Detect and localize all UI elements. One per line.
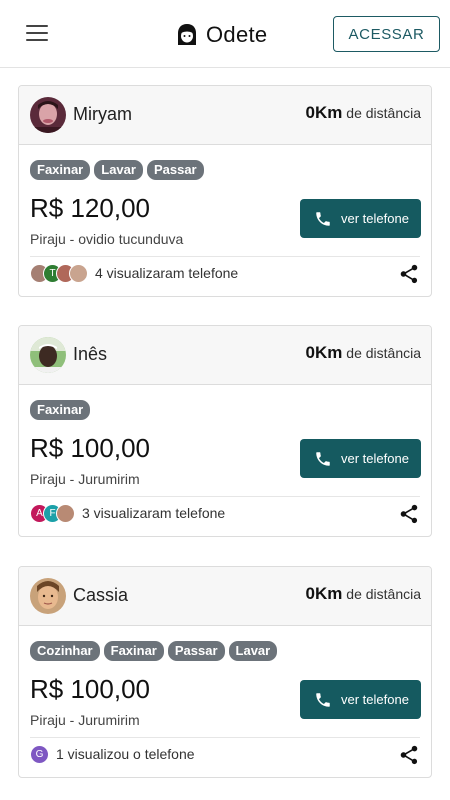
view-phone-button[interactable]: ver telefone: [300, 439, 421, 478]
service-tag: Lavar: [228, 641, 278, 661]
service-tag: Faxinar: [30, 160, 91, 180]
distance: 0Km de distância: [306, 103, 421, 123]
service-tag: Faxinar: [30, 400, 91, 420]
view-phone-button[interactable]: ver telefone: [300, 199, 421, 238]
phone-icon: [316, 692, 330, 707]
distance: 0Km de distância: [306, 343, 421, 363]
location: Piraju - Jurumirim: [30, 712, 140, 728]
viewers-count-text: 3 visualizaram telefone: [82, 505, 226, 521]
avatar[interactable]: [30, 337, 66, 373]
service-tags: Faxinar Lavar Passar: [30, 160, 208, 180]
view-phone-button[interactable]: ver telefone: [300, 680, 421, 719]
login-button[interactable]: ACESSAR: [333, 16, 440, 52]
share-icon[interactable]: [398, 503, 420, 525]
listing-card: Miryam 0Km de distância Faxinar Lavar Pa…: [18, 85, 432, 297]
viewer-avatar: G: [30, 744, 49, 764]
viewers-count-text: 4 visualizaram telefone: [95, 265, 239, 281]
price: R$ 100,00: [30, 674, 150, 704]
view-phone-label: ver telefone: [341, 451, 409, 466]
listing-card-body: Cozinhar Faxinar Passar Lavar R$ 100,00 …: [19, 626, 431, 777]
distance-value: 0Km: [305, 343, 343, 362]
listing-card: Cassia 0Km de distância Cozinhar Faxinar…: [18, 566, 432, 778]
distance-label: de distância: [346, 586, 421, 602]
brand[interactable]: Odete: [176, 20, 267, 50]
worker-name: Inês: [73, 344, 108, 364]
view-phone-label: ver telefone: [341, 692, 409, 707]
service-tags: Faxinar: [30, 400, 94, 420]
share-icon[interactable]: [398, 263, 420, 285]
price: R$ 100,00: [30, 433, 150, 463]
service-tag: Cozinhar: [30, 641, 100, 661]
price: R$ 120,00: [30, 193, 150, 223]
service-tag: Passar: [167, 641, 225, 661]
viewer-avatar: [56, 503, 75, 523]
location: Piraju - ovidio tucunduva: [30, 231, 184, 247]
listing-card-header: Inês 0Km de distância: [19, 326, 431, 385]
service-tag: Lavar: [94, 160, 143, 180]
share-icon[interactable]: [398, 744, 420, 766]
service-tags: Cozinhar Faxinar Passar Lavar: [30, 641, 281, 661]
view-phone-label: ver telefone: [341, 211, 409, 226]
listing-card-header: Cassia 0Km de distância: [19, 567, 431, 626]
divider: [30, 256, 420, 257]
viewer-avatar: [69, 263, 88, 283]
distance-label: de distância: [346, 345, 421, 361]
listing-card-body: Faxinar Lavar Passar R$ 120,00 Piraju - …: [19, 145, 431, 296]
hamburger-menu-icon[interactable]: [26, 25, 48, 43]
worker-name: Cassia: [73, 585, 129, 605]
maid-face-icon: [178, 24, 196, 45]
service-tag: Passar: [146, 160, 204, 180]
worker-name: Miryam: [73, 104, 132, 124]
viewers-count-text: 1 visualizou o telefone: [56, 746, 195, 762]
avatar[interactable]: [30, 97, 66, 133]
distance-value: 0Km: [305, 103, 343, 122]
phone-icon: [316, 211, 330, 226]
distance-value: 0Km: [305, 584, 343, 603]
listing-card: Inês 0Km de distância Faxinar R$ 100,00 …: [18, 325, 432, 537]
viewers: G 1 visualizou o telefone: [30, 744, 195, 764]
distance: 0Km de distância: [306, 584, 421, 604]
divider: [30, 496, 420, 497]
location: Piraju - Jurumirim: [30, 471, 140, 487]
service-tag: Faxinar: [103, 641, 164, 661]
phone-icon: [316, 451, 330, 466]
divider: [30, 737, 420, 738]
top-bar: Odete ACESSAR: [0, 0, 450, 68]
distance-label: de distância: [346, 105, 421, 121]
listing-card-body: Faxinar R$ 100,00 Piraju - Jurumirim ver…: [19, 385, 431, 536]
viewers: T 4 visualizaram telefone: [30, 263, 238, 283]
viewers: A F 3 visualizaram telefone: [30, 503, 225, 523]
listing-card-header: Miryam 0Km de distância: [19, 86, 431, 145]
avatar[interactable]: [30, 578, 66, 614]
app-name: Odete: [206, 22, 268, 47]
